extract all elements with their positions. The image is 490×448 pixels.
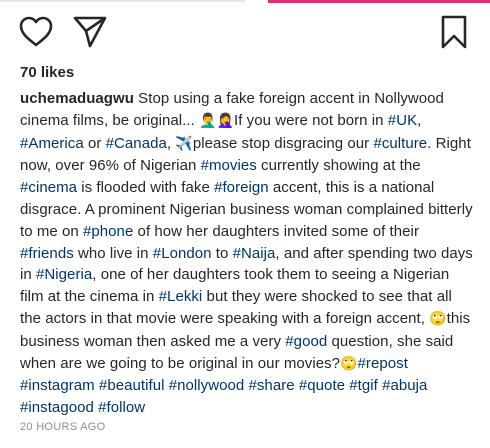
hashtag-link[interactable]: #share: [248, 377, 294, 394]
facepalm-emoji: 🤦‍♂️🤦‍♀️: [199, 112, 234, 129]
top-bar-accent: [268, 0, 490, 3]
hashtag-link[interactable]: #movies: [201, 157, 257, 174]
hashtag-link[interactable]: #good: [285, 333, 327, 350]
hashtag-link[interactable]: #follow: [98, 399, 145, 416]
hashtag-link[interactable]: #Lekki: [159, 288, 203, 305]
hashtag-link[interactable]: #Canada: [106, 135, 167, 152]
caption-text: or: [83, 134, 106, 152]
likes-count[interactable]: 70 likes: [20, 64, 74, 81]
post-timestamp: 20 HOURS AGO: [20, 421, 106, 433]
hashtag-link[interactable]: #quote: [299, 377, 345, 394]
hashtag-link[interactable]: #friends: [20, 245, 74, 262]
caption-username[interactable]: uchemaduagwu: [20, 90, 134, 107]
hashtag-link[interactable]: #nollywood: [169, 377, 245, 394]
hashtag-link[interactable]: #Naija: [233, 245, 276, 262]
caption-text: is flooded with fake: [77, 179, 215, 197]
caption-text: ,: [417, 111, 422, 129]
hashtag-link[interactable]: #London: [153, 245, 212, 262]
hashtag-link[interactable]: #culture: [373, 135, 427, 152]
top-progress-bar: [0, 0, 490, 4]
hashtag-link[interactable]: #Nigeria: [36, 266, 92, 283]
hashtag-link[interactable]: #instagood: [20, 399, 94, 416]
airplane-emoji: ✈️: [175, 135, 193, 152]
top-bar-segment: [0, 0, 245, 2]
caption-text: to: [211, 244, 233, 262]
post-action-bar: [18, 14, 472, 50]
hashtag-link[interactable]: #tgif: [349, 377, 378, 394]
post-caption: uchemaduagwu Stop using a fake foreign a…: [20, 88, 475, 419]
hashtag-link[interactable]: #foreign: [214, 179, 269, 196]
hashtag-link[interactable]: #cinema: [20, 179, 77, 196]
caption-text: If you were not born in: [234, 111, 388, 129]
hashtag-link[interactable]: #phone: [83, 223, 133, 240]
hashtag-link[interactable]: #instagram: [20, 377, 95, 394]
eye-roll-emoji: 🙄: [429, 310, 447, 327]
caption-text: who live in: [73, 244, 153, 262]
hashtag-link[interactable]: #repost: [358, 355, 408, 372]
paper-plane-icon[interactable]: [72, 14, 108, 50]
hashtag-link[interactable]: #America: [20, 135, 84, 152]
bookmark-icon[interactable]: [436, 14, 472, 50]
hashtag-link[interactable]: #UK: [388, 112, 417, 129]
caption-text: currently showing at the: [256, 157, 421, 175]
caption-text: of how her daughters invited some of the…: [133, 222, 419, 240]
heart-icon[interactable]: [18, 14, 54, 50]
caption-text: please stop disgracing our: [192, 134, 374, 152]
eye-roll-emoji: 🙄: [340, 355, 358, 372]
hashtag-link[interactable]: #beautiful: [99, 377, 165, 394]
hashtag-link[interactable]: #abuja: [382, 377, 427, 394]
